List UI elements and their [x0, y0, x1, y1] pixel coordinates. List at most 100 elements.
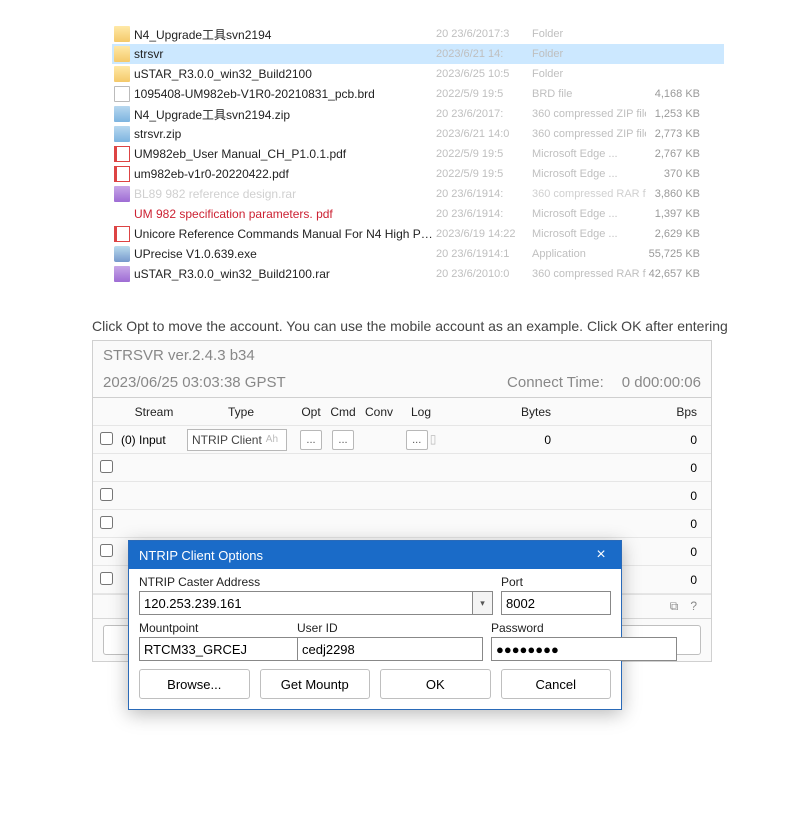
row-checkbox[interactable]	[100, 572, 113, 585]
table-row: 0	[93, 454, 711, 482]
file-name: N4_Upgrade工具svn2194.zip	[134, 106, 436, 123]
pdf-icon	[114, 226, 130, 242]
port-input[interactable]	[501, 591, 611, 615]
file-row[interactable]: Unicore Reference Commands Manual For N4…	[112, 224, 724, 244]
file-row[interactable]: UM 982 specification parameters. pdf20 2…	[112, 204, 724, 224]
row-checkbox[interactable]	[100, 460, 113, 473]
type-hint: Ah	[266, 434, 278, 445]
chevron-down-icon[interactable]: ▾	[473, 591, 493, 615]
row-checkbox[interactable]	[100, 544, 113, 557]
file-type: Microsoft Edge ...	[532, 208, 646, 220]
ok-button[interactable]: OK	[380, 669, 491, 699]
cancel-button[interactable]: Cancel	[501, 669, 612, 699]
bps-value: 0	[561, 489, 711, 503]
zip-icon	[114, 106, 130, 122]
file-date: 2023/6/21 14:	[436, 48, 532, 60]
col-cmd: Cmd	[327, 405, 359, 419]
file-type: 360 compressed ZIP file	[532, 108, 646, 120]
file-name: uSTAR_R3.0.0_win32_Build2100.rar	[134, 267, 436, 281]
file-date: 2023/6/25 10:5	[436, 68, 532, 80]
file-date: 20 23/6/1914:	[436, 208, 532, 220]
file-type: Folder	[532, 48, 646, 60]
file-row[interactable]: uSTAR_R3.0.0_win32_Build21002023/6/25 10…	[112, 64, 724, 84]
file-name: uSTAR_R3.0.0_win32_Build2100	[134, 67, 436, 81]
log-button[interactable]: ...	[406, 430, 428, 450]
password-label: Password	[491, 621, 677, 635]
file-date: 2023/6/21 14:0	[436, 128, 532, 140]
col-log: Log	[399, 405, 443, 419]
pdf-icon	[114, 166, 130, 182]
help-icon[interactable]: ?	[690, 599, 697, 614]
file-row[interactable]: um982eb-v1r0-20220422.pdf2022/5/9 19:5Mi…	[112, 164, 724, 184]
rar-icon	[114, 266, 130, 282]
file-row[interactable]: strsvr2023/6/21 14:Folder	[112, 44, 724, 64]
file-name: strsvr	[134, 47, 436, 61]
file-size: 4,168 KB	[646, 88, 700, 100]
file-name: UPrecise V1.0.639.exe	[134, 247, 436, 261]
dialog-titlebar: NTRIP Client Options ×	[129, 541, 621, 569]
close-icon[interactable]: ×	[581, 541, 621, 569]
file-date: 20 23/6/2010:0	[436, 268, 532, 280]
file-date: 20 23/6/2017:3	[436, 28, 532, 40]
file-row[interactable]: BL89 982 reference design.rar20 23/6/191…	[112, 184, 724, 204]
file-row[interactable]: UPrecise V1.0.639.exe20 23/6/1914:1Appli…	[112, 244, 724, 264]
file-date: 20 23/6/1914:	[436, 188, 532, 200]
file-type: Application	[532, 248, 646, 260]
file-date: 2022/5/9 19:5	[436, 88, 532, 100]
file-list: N4_Upgrade工具svn219420 23/6/2017:3Folders…	[112, 24, 724, 284]
file-row[interactable]: 1095408-UM982eb-V1R0-20210831_pcb.brd202…	[112, 84, 724, 104]
file-size: 55,725 KB	[646, 248, 700, 260]
mountpoint-label: Mountpoint	[139, 621, 289, 635]
file-size: 370 KB	[646, 168, 700, 180]
port-label: Port	[501, 575, 611, 589]
table-row: 0	[93, 482, 711, 510]
file-row[interactable]: UM982eb_User Manual_CH_P1.0.1.pdf2022/5/…	[112, 144, 724, 164]
file-type: Folder	[532, 68, 646, 80]
instruction-text: Click Opt to move the account. You can u…	[92, 318, 800, 334]
file-name: Unicore Reference Commands Manual For N4…	[134, 227, 436, 241]
file-size: 2,773 KB	[646, 128, 700, 140]
dialog-title: NTRIP Client Options	[139, 548, 263, 563]
type-dropdown[interactable]: NTRIP Client Ah	[187, 429, 287, 451]
file-type: Microsoft Edge ...	[532, 228, 646, 240]
file-row[interactable]: strsvr.zip2023/6/21 14:0360 compressed Z…	[112, 124, 724, 144]
row-checkbox[interactable]	[100, 432, 113, 445]
get-mountpoint-button[interactable]: Get Mountp	[260, 669, 371, 699]
folder-icon	[114, 66, 130, 82]
file-type: 360 compressed RAR file	[532, 188, 646, 200]
exe-icon	[114, 246, 130, 262]
connect-time-label: Connect Time:	[507, 374, 604, 391]
zip-icon	[114, 126, 130, 142]
window-icon[interactable]: ⧉	[670, 599, 679, 614]
folder-icon	[114, 46, 130, 62]
cmd-button[interactable]: ...	[332, 430, 354, 450]
file-size: 1,397 KB	[646, 208, 700, 220]
col-opt: Opt	[295, 405, 327, 419]
file-size: 1,253 KB	[646, 108, 700, 120]
file-name: strsvr.zip	[134, 127, 436, 141]
password-input[interactable]	[491, 637, 677, 661]
row-checkbox[interactable]	[100, 516, 113, 529]
opt-button[interactable]: ...	[300, 430, 322, 450]
file-row[interactable]: N4_Upgrade工具svn2194.zip20 23/6/2017:360 …	[112, 104, 724, 124]
col-conv: Conv	[359, 405, 399, 419]
file-date: 2022/5/9 19:5	[436, 148, 532, 160]
bytes-value: 0	[443, 433, 561, 447]
file-name: N4_Upgrade工具svn2194	[134, 26, 436, 43]
table-row: (0) Input NTRIP Client Ah ... ... ...▯ 0…	[93, 426, 711, 454]
file-row[interactable]: N4_Upgrade工具svn219420 23/6/2017:3Folder	[112, 24, 724, 44]
window-title: STRSVR ver.2.4.3 b34	[93, 341, 711, 370]
file-name: BL89 982 reference design.rar	[134, 187, 436, 201]
file-size: 42,657 KB	[646, 268, 700, 280]
browse-button[interactable]: Browse...	[139, 669, 250, 699]
table-row: 0	[93, 510, 711, 538]
rar-icon	[114, 186, 130, 202]
userid-input[interactable]	[297, 637, 483, 661]
row-checkbox[interactable]	[100, 488, 113, 501]
ntrip-options-dialog: NTRIP Client Options × NTRIP Caster Addr…	[128, 540, 622, 710]
file-row[interactable]: uSTAR_R3.0.0_win32_Build2100.rar20 23/6/…	[112, 264, 724, 284]
file-size: 2,629 KB	[646, 228, 700, 240]
file-size: 2,767 KB	[646, 148, 700, 160]
address-input[interactable]	[139, 591, 473, 615]
file-type: 360 compressed RAR file	[532, 268, 646, 280]
